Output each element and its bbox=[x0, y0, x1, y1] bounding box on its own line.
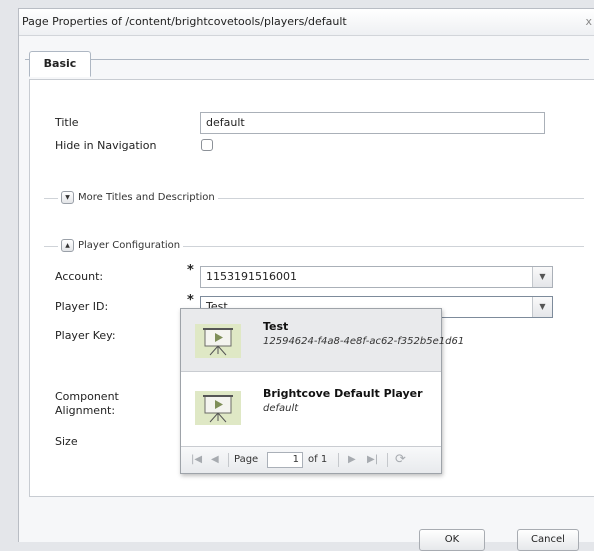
player-id-required-marker: * bbox=[187, 293, 194, 308]
pager-separator bbox=[387, 453, 388, 467]
title-input-value: default bbox=[206, 116, 245, 129]
title-label: Title bbox=[55, 116, 79, 129]
expand-icon: ▼ bbox=[61, 191, 74, 204]
pager-separator bbox=[228, 453, 229, 467]
component-alignment-label-line1: Component bbox=[55, 390, 119, 403]
hide-in-navigation-checkbox[interactable] bbox=[201, 139, 213, 151]
cancel-button[interactable]: Cancel bbox=[517, 529, 579, 551]
page-number-value: 1 bbox=[292, 454, 299, 465]
component-alignment-label-line2: Alignment: bbox=[55, 404, 116, 417]
account-select[interactable]: 1153191516001 ▼ bbox=[200, 266, 553, 288]
more-titles-legend: More Titles and Description bbox=[78, 192, 215, 203]
player-id-dropdown: Test 12594624-f4a8-4e8f-ac62-f352b5e1d61… bbox=[180, 308, 464, 474]
pager-separator bbox=[338, 453, 339, 467]
prev-page-icon[interactable]: ◀ bbox=[211, 454, 219, 465]
player-option-name: Brightcove Default Player bbox=[263, 387, 423, 400]
player-option-name: Test bbox=[263, 320, 289, 333]
last-page-icon[interactable]: ▶| bbox=[367, 454, 378, 465]
player-config-toggle[interactable]: ▲ Player Configuration bbox=[58, 239, 184, 252]
player-option-test[interactable]: Test 12594624-f4a8-4e8f-ac62-f352b5e1d61 bbox=[181, 309, 464, 372]
chevron-down-icon[interactable]: ▼ bbox=[532, 297, 552, 317]
player-option-id: default bbox=[263, 403, 299, 414]
refresh-icon[interactable]: ⟳ bbox=[395, 452, 406, 467]
tab-strip: Basic bbox=[25, 37, 589, 77]
player-option-brightcove-default[interactable]: Brightcove Default Player default bbox=[181, 376, 441, 438]
presentation-screen-icon bbox=[195, 391, 241, 425]
presentation-screen-icon bbox=[195, 324, 241, 358]
tab-basic[interactable]: Basic bbox=[29, 51, 91, 77]
player-config-legend: Player Configuration bbox=[78, 240, 181, 251]
account-required-marker: * bbox=[187, 263, 194, 278]
page-number-input[interactable]: 1 bbox=[267, 452, 303, 468]
page-count-label: of 1 bbox=[308, 454, 328, 465]
more-titles-toggle[interactable]: ▼ More Titles and Description bbox=[58, 191, 218, 204]
dropdown-pager: |◀ ◀ Page 1 of 1 ▶ ▶| ⟳ bbox=[181, 446, 441, 473]
close-icon[interactable]: x bbox=[585, 15, 592, 28]
first-page-icon[interactable]: |◀ bbox=[191, 454, 202, 465]
collapse-icon: ▲ bbox=[61, 239, 74, 252]
account-select-value: 1153191516001 bbox=[206, 270, 297, 283]
player-option-id: 12594624-f4a8-4e8f-ac62-f352b5e1d61 bbox=[263, 336, 465, 347]
title-input[interactable]: default bbox=[200, 112, 545, 134]
chevron-down-icon[interactable]: ▼ bbox=[532, 267, 552, 287]
next-page-icon[interactable]: ▶ bbox=[348, 454, 356, 465]
player-id-label: Player ID: bbox=[55, 300, 109, 313]
page-label: Page bbox=[234, 454, 259, 465]
dialog-title: Page Properties of /content/brightcoveto… bbox=[22, 15, 347, 28]
ok-button[interactable]: OK bbox=[419, 529, 485, 551]
size-label: Size bbox=[55, 435, 78, 448]
hide-in-navigation-label: Hide in Navigation bbox=[55, 139, 157, 152]
account-label: Account: bbox=[55, 270, 104, 283]
player-key-label: Player Key: bbox=[55, 329, 116, 342]
dialog-titlebar[interactable]: Page Properties of /content/brightcoveto… bbox=[19, 9, 594, 36]
